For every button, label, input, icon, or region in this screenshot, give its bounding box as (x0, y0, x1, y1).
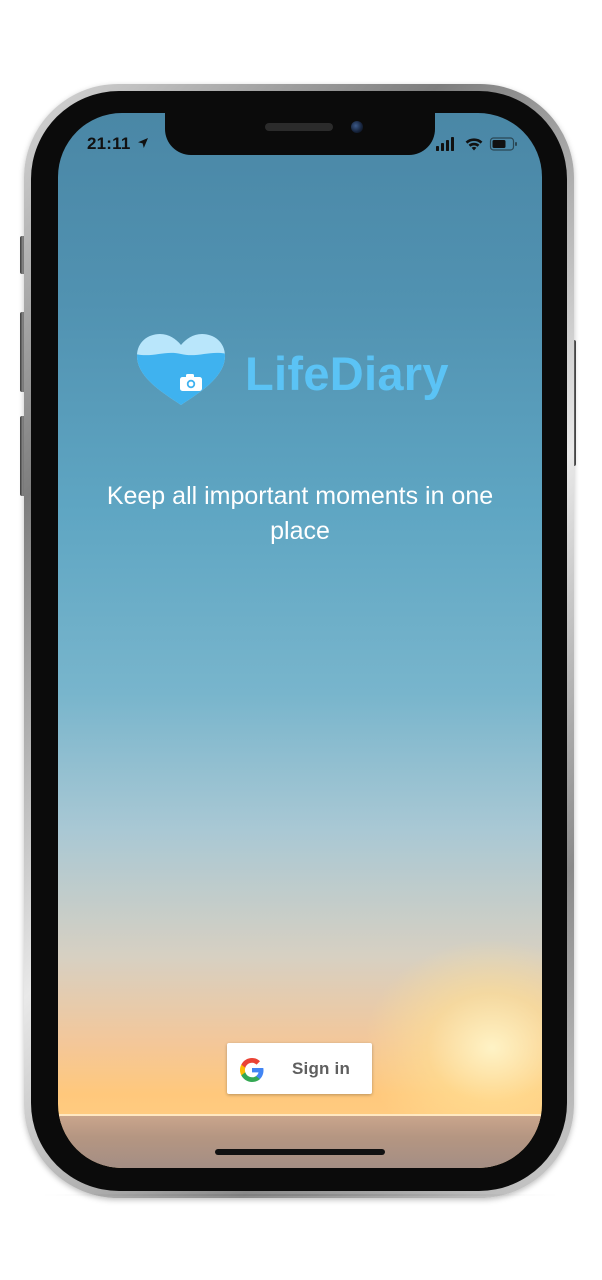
home-indicator[interactable] (215, 1149, 385, 1155)
notch (165, 113, 435, 155)
battery-icon (489, 137, 517, 151)
wifi-icon (465, 138, 483, 151)
device-mockup: 21:11 LifeDiary Keep all important momen… (0, 0, 602, 1280)
app-screen (58, 113, 542, 1168)
sea (58, 1116, 542, 1168)
status-icons (436, 137, 517, 151)
sign-in-label: Sign in (292, 1059, 351, 1078)
earpiece-speaker (265, 123, 333, 131)
app-name: LifeDiary (245, 347, 449, 400)
heart-camera-logo-icon (137, 334, 225, 405)
location-arrow-icon (138, 138, 148, 148)
google-sign-in-button[interactable]: Sign in (227, 1043, 372, 1094)
status-time: 21:11 (87, 134, 131, 153)
front-camera (351, 121, 363, 133)
google-g-icon (240, 1058, 264, 1082)
app-tagline: Keep all important moments in one place (106, 482, 494, 545)
cellular-signal-icon (436, 137, 454, 151)
device-shadow (40, 1194, 560, 1196)
